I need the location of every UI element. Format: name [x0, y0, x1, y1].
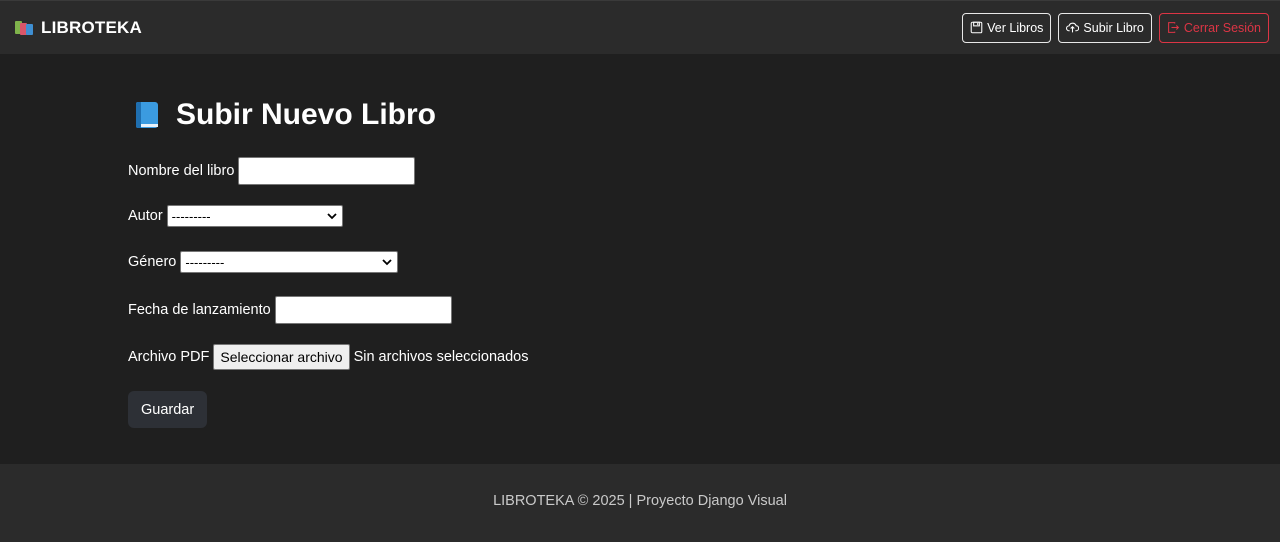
autor-selected-value: --------- — [171, 208, 211, 224]
brand[interactable]: LIBROTEKA — [14, 18, 142, 38]
books-logo-icon — [14, 19, 35, 36]
archivo-status: Sin archivos seleccionados — [353, 349, 529, 365]
nombre-row: Nombre del libro — [128, 157, 416, 185]
main-content: Subir Nuevo Libro Nombre del libro Autor… — [0, 54, 1280, 464]
navbar: LIBROTEKA Ver Libros Subir Libro Cerrar … — [0, 0, 1280, 54]
nav-actions: Ver Libros Subir Libro Cerrar Sesión — [962, 12, 1269, 43]
guardar-button[interactable]: Guardar — [128, 391, 208, 428]
nombre-input[interactable] — [238, 157, 416, 185]
archivo-label: Archivo PDF — [128, 349, 210, 365]
chevron-down-icon — [327, 213, 337, 220]
genero-selected-value: --------- — [185, 254, 225, 270]
logout-icon — [1167, 22, 1179, 33]
page-title-text: Subir Nuevo Libro — [176, 98, 437, 131]
cerrar-sesion-label: Cerrar Sesión — [1183, 20, 1261, 35]
ver-libros-button[interactable]: Ver Libros — [962, 12, 1052, 43]
archivo-row: Archivo PDF Seleccionar archivo Sin arch… — [128, 344, 528, 370]
autor-row: Autor --------- — [128, 205, 343, 227]
footer: LIBROTEKA © 2025 | Proyecto Django Visua… — [0, 464, 1280, 542]
chevron-down-icon — [382, 259, 393, 266]
autor-select[interactable]: --------- — [166, 205, 343, 227]
genero-select[interactable]: --------- — [180, 251, 399, 273]
brand-name: LIBROTEKA — [41, 17, 142, 37]
fecha-row: Fecha de lanzamiento — [128, 296, 452, 324]
nombre-label: Nombre del libro — [128, 163, 235, 179]
page-title: Subir Nuevo Libro — [134, 98, 436, 132]
fecha-label: Fecha de lanzamiento — [128, 302, 271, 318]
subir-libro-button[interactable]: Subir Libro — [1058, 12, 1152, 43]
floppy-icon — [970, 21, 983, 34]
subir-libro-label: Subir Libro — [1083, 20, 1144, 35]
autor-label: Autor — [128, 208, 163, 224]
seleccionar-archivo-button[interactable]: Seleccionar archivo — [213, 344, 350, 370]
blue-book-icon — [134, 101, 160, 129]
fecha-input[interactable] — [274, 296, 452, 324]
cloud-upload-icon — [1066, 22, 1080, 33]
genero-row: Género --------- — [128, 251, 399, 273]
ver-libros-label: Ver Libros — [987, 20, 1044, 35]
cerrar-sesion-button[interactable]: Cerrar Sesión — [1158, 12, 1269, 43]
genero-label: Género — [128, 254, 177, 270]
footer-text: LIBROTEKA © 2025 | Proyecto Django Visua… — [493, 493, 787, 509]
